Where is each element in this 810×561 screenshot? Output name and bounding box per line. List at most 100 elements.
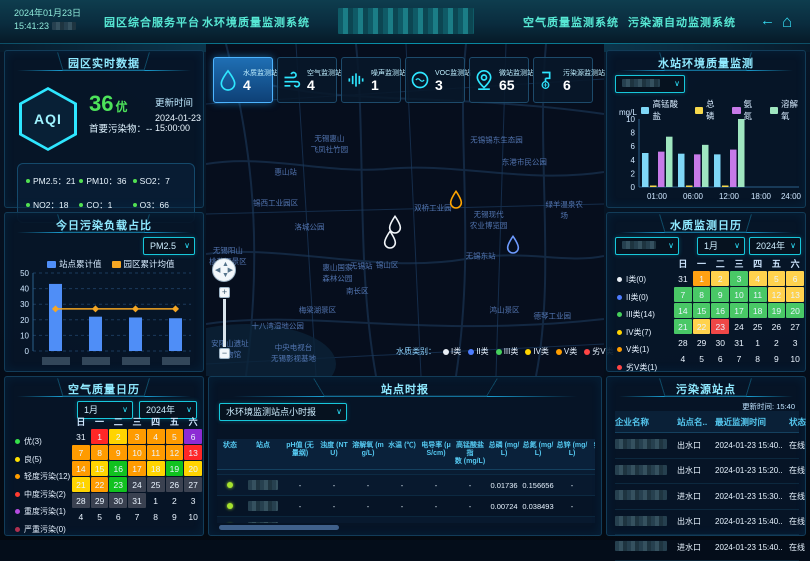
calendar-day[interactable]: 27 bbox=[786, 319, 804, 334]
station-button-noise[interactable]: 噪声监测站1 bbox=[341, 57, 401, 103]
calendar-day[interactable]: 8 bbox=[749, 351, 767, 366]
calendar-day[interactable]: 18 bbox=[147, 461, 165, 476]
calendar-day[interactable]: 20 bbox=[786, 303, 804, 318]
water-cal-station-select[interactable]: ∨ bbox=[615, 237, 679, 255]
water-station-marker[interactable] bbox=[505, 235, 521, 255]
calendar-day[interactable]: 15 bbox=[693, 303, 711, 318]
report-type-select[interactable]: 水环境监测站点小时报∨ bbox=[219, 403, 347, 421]
water-station-select[interactable]: ∨ bbox=[615, 75, 685, 93]
calendar-day[interactable]: 31 bbox=[128, 493, 146, 508]
calendar-day[interactable]: 21 bbox=[674, 319, 692, 334]
sources-table-row[interactable]: 出水口2024-01-23 15:40..在线 bbox=[615, 433, 799, 459]
calendar-day[interactable]: 14 bbox=[72, 461, 90, 476]
calendar-day[interactable]: 1 bbox=[693, 271, 711, 286]
zoom-in-button[interactable]: + bbox=[219, 287, 230, 298]
calendar-day[interactable]: 22 bbox=[693, 319, 711, 334]
calendar-day[interactable]: 24 bbox=[128, 477, 146, 492]
nav-air-system[interactable]: 空气质量监测系统 bbox=[523, 14, 619, 30]
calendar-day[interactable]: 21 bbox=[72, 477, 90, 492]
report-horizontal-scrollbar[interactable] bbox=[219, 525, 339, 530]
station-button-pin[interactable]: 微站监测站65 bbox=[469, 57, 529, 103]
calendar-day[interactable]: 25 bbox=[147, 477, 165, 492]
sources-table-row[interactable]: 进水口2024-01-23 15:40..在线 bbox=[615, 535, 799, 561]
calendar-day[interactable]: 9 bbox=[166, 509, 184, 524]
calendar-day[interactable]: 6 bbox=[184, 429, 202, 444]
calendar-day[interactable]: 9 bbox=[109, 445, 127, 460]
calendar-day[interactable]: 24 bbox=[730, 319, 748, 334]
calendar-day[interactable]: 1 bbox=[749, 335, 767, 350]
nav-water-system[interactable]: 水环境质量监测系统 bbox=[202, 14, 310, 30]
calendar-day[interactable]: 1 bbox=[147, 493, 165, 508]
calendar-day[interactable]: 6 bbox=[786, 271, 804, 286]
calendar-day[interactable]: 9 bbox=[711, 287, 729, 302]
calendar-day[interactable]: 29 bbox=[91, 493, 109, 508]
nav-pollution-system[interactable]: 污染源自动监测系统 bbox=[628, 14, 736, 30]
calendar-day[interactable]: 13 bbox=[184, 445, 202, 460]
calendar-day[interactable]: 19 bbox=[166, 461, 184, 476]
calendar-day[interactable]: 28 bbox=[72, 493, 90, 508]
map-compass-control[interactable]: ▲▼ ◀▶ bbox=[212, 258, 236, 282]
calendar-day[interactable]: 16 bbox=[109, 461, 127, 476]
calendar-day[interactable]: 17 bbox=[730, 303, 748, 318]
calendar-day[interactable]: 7 bbox=[72, 445, 90, 460]
calendar-day[interactable]: 11 bbox=[749, 287, 767, 302]
calendar-day[interactable]: 2 bbox=[109, 429, 127, 444]
calendar-day[interactable]: 23 bbox=[711, 319, 729, 334]
calendar-day[interactable]: 5 bbox=[693, 351, 711, 366]
calendar-day[interactable]: 9 bbox=[768, 351, 786, 366]
calendar-day[interactable]: 13 bbox=[786, 287, 804, 302]
calendar-day[interactable]: 14 bbox=[674, 303, 692, 318]
calendar-day[interactable]: 2 bbox=[711, 271, 729, 286]
water-calendar-grid[interactable]: 日一二三四五六311234567891011121314151617181920… bbox=[673, 255, 805, 367]
calendar-day[interactable]: 6 bbox=[109, 509, 127, 524]
calendar-day[interactable]: 4 bbox=[674, 351, 692, 366]
map-zoom-slider[interactable]: + − bbox=[219, 287, 229, 359]
calendar-day[interactable]: 3 bbox=[786, 335, 804, 350]
calendar-day[interactable]: 10 bbox=[730, 287, 748, 302]
calendar-day[interactable]: 31 bbox=[674, 271, 692, 286]
calendar-day[interactable]: 5 bbox=[166, 429, 184, 444]
calendar-day[interactable]: 2 bbox=[768, 335, 786, 350]
calendar-day[interactable]: 2 bbox=[166, 493, 184, 508]
report-table-row[interactable]: 7.9487510.5213.61175.160.005880.002685.5… bbox=[217, 517, 595, 523]
calendar-day[interactable]: 25 bbox=[749, 319, 767, 334]
sources-table-row[interactable]: 出水口2024-01-23 15:40..在线 bbox=[615, 510, 799, 536]
pollutant-select[interactable]: PM2.5∨ bbox=[143, 237, 195, 255]
home-icon[interactable]: ⌂ bbox=[782, 12, 792, 32]
report-table-row[interactable]: ------0.017360.156656-- bbox=[217, 475, 595, 496]
calendar-day[interactable]: 5 bbox=[91, 509, 109, 524]
calendar-day[interactable]: 1 bbox=[91, 429, 109, 444]
calendar-day[interactable]: 22 bbox=[91, 477, 109, 492]
water-station-marker[interactable] bbox=[382, 230, 398, 250]
calendar-day[interactable]: 6 bbox=[711, 351, 729, 366]
report-table-viewport[interactable]: 状态站点pH值 (无量纲)浊度 (NTU)溶解氧 (mg/L)水温 (℃)电导率… bbox=[217, 439, 595, 523]
station-button-water-drop[interactable]: 水质监测站4 bbox=[213, 57, 273, 103]
calendar-day[interactable]: 8 bbox=[693, 287, 711, 302]
water-cal-year-select[interactable]: 2024年∨ bbox=[749, 237, 801, 255]
report-table-row[interactable]: ------0.007240.038493-- bbox=[217, 496, 595, 517]
calendar-day[interactable]: 8 bbox=[91, 445, 109, 460]
calendar-day[interactable]: 30 bbox=[109, 493, 127, 508]
water-station-marker[interactable] bbox=[448, 190, 464, 210]
calendar-day[interactable]: 11 bbox=[147, 445, 165, 460]
calendar-day[interactable]: 10 bbox=[128, 445, 146, 460]
calendar-day[interactable]: 27 bbox=[184, 477, 202, 492]
calendar-day[interactable]: 10 bbox=[184, 509, 202, 524]
calendar-day[interactable]: 15 bbox=[91, 461, 109, 476]
calendar-day[interactable]: 26 bbox=[768, 319, 786, 334]
sources-table-row[interactable]: 进水口2024-01-23 15:30..在线 bbox=[615, 484, 799, 510]
calendar-day[interactable]: 31 bbox=[72, 429, 90, 444]
station-button-wind[interactable]: 空气监测站4 bbox=[277, 57, 337, 103]
air-calendar-grid[interactable]: 日一二三四五六311234567891011121314151617181920… bbox=[71, 413, 203, 525]
calendar-day[interactable]: 19 bbox=[768, 303, 786, 318]
calendar-day[interactable]: 23 bbox=[109, 477, 127, 492]
calendar-day[interactable]: 12 bbox=[166, 445, 184, 460]
calendar-day[interactable]: 28 bbox=[674, 335, 692, 350]
calendar-day[interactable]: 31 bbox=[730, 335, 748, 350]
station-button-pollution[interactable]: 污染源监测站6 bbox=[533, 57, 593, 103]
calendar-day[interactable]: 12 bbox=[768, 287, 786, 302]
calendar-day[interactable]: 30 bbox=[711, 335, 729, 350]
zoom-out-button[interactable]: − bbox=[219, 348, 230, 359]
calendar-day[interactable]: 20 bbox=[184, 461, 202, 476]
calendar-day[interactable]: 17 bbox=[128, 461, 146, 476]
